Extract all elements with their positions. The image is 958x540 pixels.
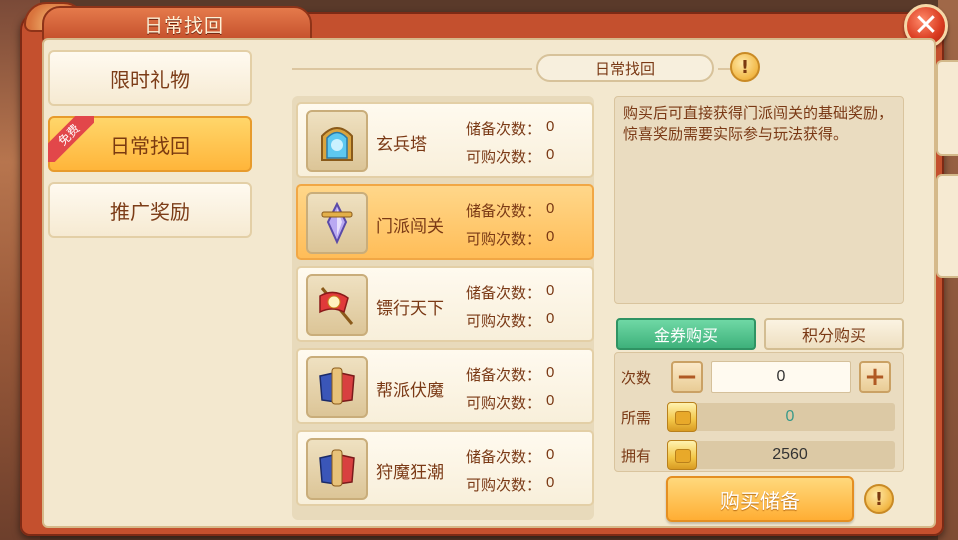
- reserve-value: 0: [546, 118, 555, 135]
- menu-item-promotion-reward[interactable]: 推广奖励: [48, 182, 252, 238]
- count-label: 次数: [621, 370, 652, 387]
- required-value: 0: [785, 408, 795, 425]
- description-text: 购买后可直接获得门派闯关的基础奖励，惊喜奖励需要实际参与玩法获得。: [623, 105, 894, 143]
- buyable-label: 可购次数：: [466, 395, 542, 412]
- item-name: 门派闯关: [376, 216, 444, 236]
- banner-scroll-icon: [306, 438, 368, 500]
- owned-value-bar: 2560: [685, 441, 895, 469]
- info-glyph: !: [874, 488, 884, 510]
- list-item[interactable]: 玄兵塔 储备次数： 0 可购次数： 0: [296, 102, 594, 178]
- info-glyph: !: [740, 56, 750, 78]
- points-buy-tab[interactable]: 积分购买: [764, 318, 904, 350]
- left-menu: 限时礼物 免费 日常找回 推广奖励: [48, 50, 254, 510]
- menu-item-limited-gift[interactable]: 限时礼物: [48, 50, 252, 106]
- free-badge: 免费: [48, 116, 94, 162]
- description-box: 购买后可直接获得门派闯关的基础奖励，惊喜奖励需要实际参与玩法获得。: [614, 96, 904, 304]
- buyable-value: 0: [546, 146, 555, 163]
- reserve-count: 储备次数： 0: [466, 118, 586, 139]
- purchase-form: 次数 − 0 + 所需 0 拥有 2560: [614, 352, 904, 472]
- buy-reserve-button[interactable]: 购买储备: [666, 476, 854, 522]
- buyable-value: 0: [546, 474, 555, 491]
- side-tab-lower[interactable]: [936, 174, 958, 278]
- increase-button[interactable]: +: [859, 361, 891, 393]
- gold-coupon-buy-tab[interactable]: 金券购买: [616, 318, 756, 350]
- plus-icon: +: [864, 362, 886, 392]
- buy-reserve-label: 购买储备: [720, 490, 800, 513]
- gold-coupon-tab-label: 金券购买: [653, 328, 718, 345]
- activity-list[interactable]: 玄兵塔 储备次数： 0 可购次数： 0 门派闯关 储备次数： 0 可购次数： 0…: [292, 96, 594, 520]
- reserve-value: 0: [546, 200, 555, 217]
- section-title-text: 日常找回: [594, 60, 655, 78]
- buyable-count: 可购次数： 0: [466, 474, 586, 495]
- buy-info-icon[interactable]: !: [864, 484, 894, 514]
- gold-coupon-icon: [667, 440, 697, 470]
- buyable-value: 0: [546, 392, 555, 409]
- window-title: 日常找回: [144, 15, 225, 37]
- reserve-label: 储备次数：: [466, 121, 542, 138]
- portal-icon: [306, 110, 368, 172]
- side-tab-upper[interactable]: [936, 60, 958, 156]
- buyable-count: 可购次数： 0: [466, 392, 586, 413]
- sword-crystal-icon: [306, 192, 368, 254]
- required-value-bar: 0: [685, 403, 895, 431]
- reserve-label: 储备次数：: [466, 449, 542, 466]
- escort-flag-icon: [306, 274, 368, 336]
- free-badge-label: 免费: [48, 116, 94, 162]
- reserve-count: 储备次数： 0: [466, 446, 586, 467]
- buyable-label: 可购次数：: [466, 477, 542, 494]
- buyable-value: 0: [546, 228, 555, 245]
- list-item[interactable]: 帮派伏魔 储备次数： 0 可购次数： 0: [296, 348, 594, 424]
- decrease-button[interactable]: −: [671, 361, 703, 393]
- quantity-value: 0: [776, 368, 786, 385]
- item-name: 玄兵塔: [376, 134, 427, 154]
- content-panel: 日常找回 ! 玄兵塔 储备次数： 0 可购次数： 0 门派闯关 储备次数： 0 …: [272, 50, 904, 522]
- item-name: 狩魔狂潮: [376, 462, 444, 482]
- buyable-label: 可购次数：: [466, 149, 542, 166]
- buyable-label: 可购次数：: [466, 313, 542, 330]
- minus-icon: −: [676, 362, 698, 392]
- list-item-selected[interactable]: 门派闯关 储备次数： 0 可购次数： 0: [296, 184, 594, 260]
- reserve-value: 0: [546, 446, 555, 463]
- buyable-count: 可购次数： 0: [466, 228, 586, 249]
- owned-label: 拥有: [621, 448, 652, 465]
- reserve-value: 0: [546, 282, 555, 299]
- menu-item-label: 日常找回: [110, 135, 190, 158]
- reserve-label: 储备次数：: [466, 285, 542, 302]
- required-label: 所需: [621, 410, 652, 427]
- buyable-value: 0: [546, 310, 555, 327]
- close-icon: ✕: [913, 8, 939, 43]
- points-tab-label: 积分购买: [801, 328, 866, 345]
- reserve-label: 储备次数：: [466, 203, 542, 220]
- reserve-count: 储备次数： 0: [466, 282, 586, 303]
- buyable-count: 可购次数： 0: [466, 146, 586, 167]
- buyable-count: 可购次数： 0: [466, 310, 586, 331]
- menu-item-label: 限时礼物: [110, 69, 190, 92]
- info-icon[interactable]: !: [730, 52, 760, 82]
- reserve-count: 储备次数： 0: [466, 200, 586, 221]
- reserve-value: 0: [546, 364, 555, 381]
- recovery-window: 日常找回 ✕ 限时礼物 免费 日常找回 推广奖励 日常找回 ! 玄兵塔 储备次数…: [20, 2, 948, 536]
- item-name: 帮派伏魔: [376, 380, 444, 400]
- banner-scroll-icon: [306, 356, 368, 418]
- list-item[interactable]: 镖行天下 储备次数： 0 可购次数： 0: [296, 266, 594, 342]
- reserve-count: 储备次数： 0: [466, 364, 586, 385]
- reserve-label: 储备次数：: [466, 367, 542, 384]
- menu-item-daily-recovery[interactable]: 免费 日常找回: [48, 116, 252, 172]
- section-title: 日常找回: [536, 54, 714, 82]
- divider-left: [292, 68, 532, 70]
- quantity-input[interactable]: 0: [711, 361, 851, 393]
- gold-coupon-icon: [667, 402, 697, 432]
- buyable-label: 可购次数：: [466, 231, 542, 248]
- menu-item-label: 推广奖励: [110, 201, 190, 224]
- list-item[interactable]: 狩魔狂潮 储备次数： 0 可购次数： 0: [296, 430, 594, 506]
- item-name: 镖行天下: [376, 298, 444, 318]
- window-title-tab: 日常找回: [42, 6, 312, 42]
- owned-value: 2560: [772, 446, 808, 463]
